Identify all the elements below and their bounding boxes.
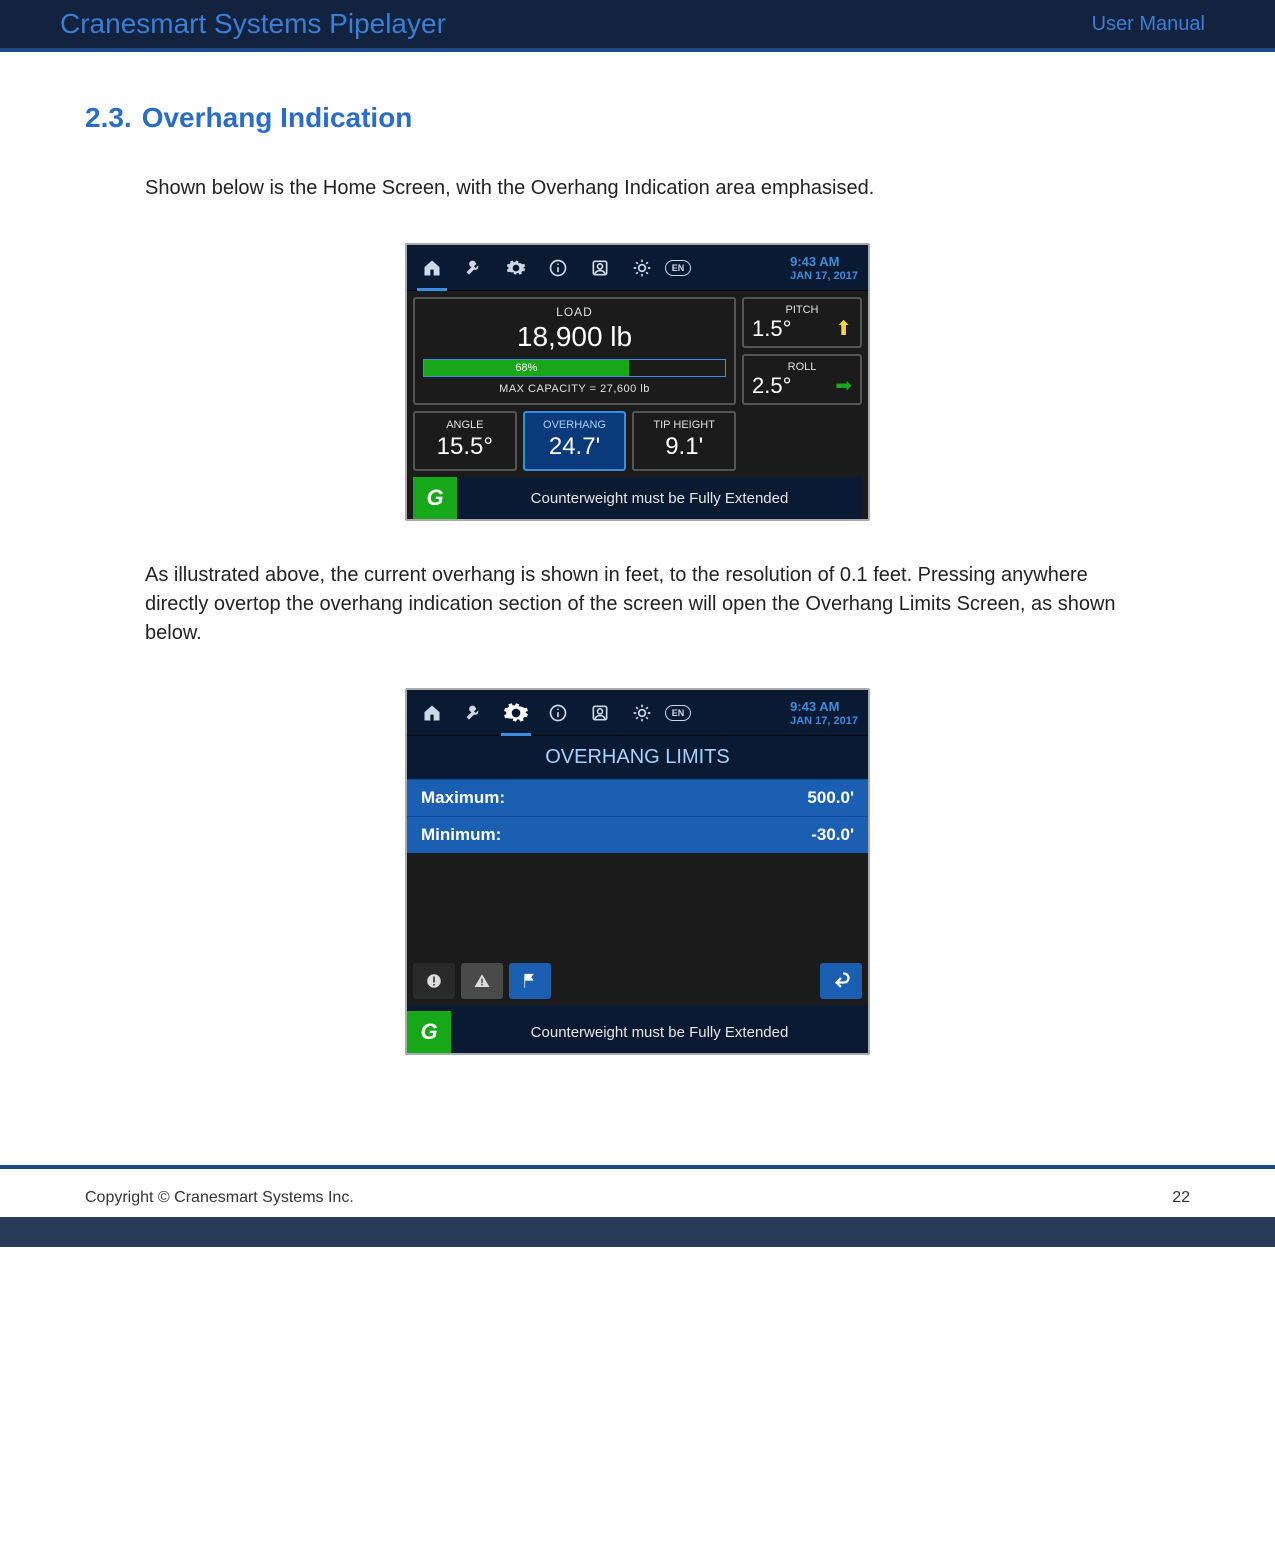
user-icon[interactable] — [581, 690, 619, 736]
tip-height-value: 9.1' — [638, 433, 730, 461]
pitch-card[interactable]: PITCH 1.5° ⬆ — [742, 297, 862, 348]
limit-row-min[interactable]: Minimum: -30.0' — [407, 816, 868, 853]
limit-min-value: -30.0' — [811, 825, 854, 845]
limits-title: OVERHANG LIMITS — [407, 736, 868, 779]
date-text: JAN 17, 2017 — [790, 715, 858, 728]
alert-button[interactable] — [413, 963, 455, 999]
back-button[interactable] — [820, 963, 862, 999]
page-number: 22 — [1172, 1189, 1190, 1207]
action-row — [407, 963, 868, 1005]
topbar: EN 9:43 AM JAN 17, 2017 — [407, 245, 868, 291]
counterweight-text: Counterweight must be Fully Extended — [451, 1024, 868, 1041]
load-label: LOAD — [423, 305, 726, 319]
language-icon[interactable]: EN — [665, 260, 691, 276]
counterweight-icon: G — [407, 1011, 451, 1053]
limit-min-label: Minimum: — [421, 825, 501, 845]
page-header: Cranesmart Systems Pipelayer User Manual — [0, 0, 1275, 52]
pitch-arrow-up-icon: ⬆ — [835, 316, 852, 341]
roll-value: 2.5° — [752, 373, 791, 399]
gear-icon[interactable] — [497, 690, 535, 736]
info-icon[interactable] — [539, 690, 577, 736]
time-text: 9:43 AM — [790, 255, 858, 270]
counterweight-bar: G Counterweight must be Fully Extended — [407, 1011, 868, 1053]
clock: 9:43 AM JAN 17, 2017 — [790, 696, 868, 730]
overhang-value: 24.7' — [529, 433, 621, 461]
section-title: Overhang Indication — [142, 102, 413, 133]
section-heading: 2.3. Overhang Indication — [85, 102, 1190, 134]
section-number: 2.3. — [85, 102, 132, 133]
warning-button[interactable] — [461, 963, 503, 999]
home-icon[interactable] — [413, 245, 451, 291]
paragraph-1: Shown below is the Home Screen, with the… — [145, 174, 1145, 203]
wrench-icon[interactable] — [455, 245, 493, 291]
counterweight-icon: G — [413, 477, 457, 519]
tip-height-label: TIP HEIGHT — [638, 419, 730, 431]
doc-subtitle: User Manual — [1092, 13, 1205, 36]
overhang-label: OVERHANG — [529, 419, 621, 431]
counterweight-text: Counterweight must be Fully Extended — [457, 490, 862, 507]
brightness-icon[interactable] — [623, 690, 661, 736]
page-footer: Copyright © Cranesmart Systems Inc. 22 — [0, 1165, 1275, 1217]
copyright-text: Copyright © Cranesmart Systems Inc. — [85, 1189, 354, 1207]
info-icon[interactable] — [539, 245, 577, 291]
brightness-icon[interactable] — [623, 245, 661, 291]
max-capacity: MAX CAPACITY = 27,600 lb — [423, 383, 726, 395]
bottom-strip — [0, 1217, 1275, 1247]
overhang-card[interactable]: OVERHANG 24.7' — [523, 411, 627, 471]
flag-button[interactable] — [509, 963, 551, 999]
home-screen: EN 9:43 AM JAN 17, 2017 LOAD 18,900 lb 6… — [405, 243, 870, 521]
pitch-label: PITCH — [752, 304, 852, 316]
limit-row-max[interactable]: Maximum: 500.0' — [407, 779, 868, 816]
language-icon[interactable]: EN — [665, 705, 691, 721]
paragraph-2: As illustrated above, the current overha… — [145, 561, 1145, 648]
doc-title: Cranesmart Systems Pipelayer — [60, 8, 446, 40]
angle-label: ANGLE — [419, 419, 511, 431]
load-progress: 68% — [423, 359, 726, 377]
roll-card[interactable]: ROLL 2.5° ➡ — [742, 354, 862, 405]
overhang-limits-screen: EN 9:43 AM JAN 17, 2017 OVERHANG LIMITS … — [405, 688, 870, 1055]
wrench-icon[interactable] — [455, 690, 493, 736]
angle-card[interactable]: ANGLE 15.5° — [413, 411, 517, 471]
home-icon[interactable] — [413, 690, 451, 736]
load-card[interactable]: LOAD 18,900 lb 68% MAX CAPACITY = 27,600… — [413, 297, 736, 405]
clock: 9:43 AM JAN 17, 2017 — [790, 251, 868, 285]
tip-height-card[interactable]: TIP HEIGHT 9.1' — [632, 411, 736, 471]
angle-value: 15.5° — [419, 433, 511, 461]
date-text: JAN 17, 2017 — [790, 270, 858, 283]
load-value: 18,900 lb — [423, 321, 726, 353]
time-text: 9:43 AM — [790, 700, 858, 715]
counterweight-bar: G Counterweight must be Fully Extended — [413, 477, 862, 519]
load-percent: 68% — [424, 360, 629, 376]
roll-arrow-right-icon: ➡ — [835, 373, 852, 398]
roll-label: ROLL — [752, 361, 852, 373]
limit-max-value: 500.0' — [807, 788, 854, 808]
topbar-2: EN 9:43 AM JAN 17, 2017 — [407, 690, 868, 736]
limit-max-label: Maximum: — [421, 788, 505, 808]
pitch-value: 1.5° — [752, 316, 791, 342]
gear-icon[interactable] — [497, 245, 535, 291]
user-icon[interactable] — [581, 245, 619, 291]
